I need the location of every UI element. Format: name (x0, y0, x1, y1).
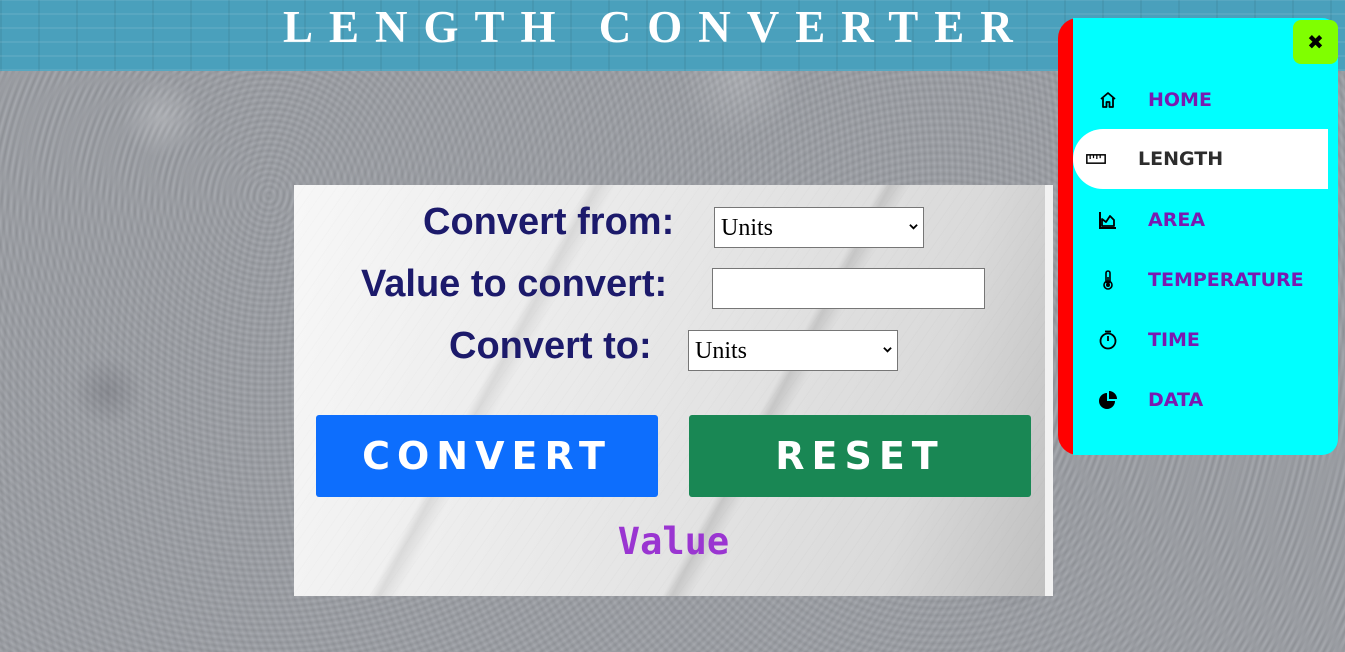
convert-to-label: Convert to: (449, 325, 652, 367)
chevron-down-icon (909, 224, 918, 230)
nav-item-label: LENGTH (1138, 148, 1224, 170)
nav-item-label: AREA (1148, 209, 1206, 231)
value-to-convert-input[interactable] (712, 268, 985, 309)
nav-item-data[interactable]: DATA (1073, 370, 1328, 430)
converter-card: Convert from: Units Value to convert: Co… (294, 185, 1053, 596)
result-value: Value (617, 520, 730, 563)
home-icon (1100, 92, 1116, 108)
chevron-down-icon (883, 347, 892, 353)
convert-button[interactable]: CONVERT (316, 415, 658, 497)
nav-item-length[interactable]: LENGTH (1073, 129, 1328, 189)
reset-button[interactable]: RESET (689, 415, 1031, 497)
stopwatch-icon (1099, 330, 1117, 350)
convert-from-selected-value: Units (721, 215, 774, 241)
convert-to-selected-value: Units (695, 338, 748, 364)
nav-item-time[interactable]: TIME (1073, 310, 1328, 370)
pie-chart-icon (1099, 391, 1117, 409)
nav-item-label: TEMPERATURE (1148, 269, 1304, 291)
value-to-convert-label: Value to convert: (361, 263, 668, 305)
nav-item-label: HOME (1148, 89, 1212, 111)
ruler-icon (1086, 154, 1106, 164)
nav-item-temperature[interactable]: TEMPERATURE (1073, 250, 1328, 310)
convert-from-label: Convert from: (423, 201, 675, 243)
nav-item-label: DATA (1148, 389, 1204, 411)
area-chart-icon (1099, 212, 1116, 229)
close-menu-button[interactable]: ✖ (1293, 20, 1338, 64)
nav-item-area[interactable]: AREA (1073, 190, 1328, 250)
page-title: LENGTH CONVERTER (283, 2, 1029, 52)
convert-from-select[interactable]: Units (714, 207, 924, 248)
nav-item-home[interactable]: HOME (1073, 70, 1328, 130)
convert-to-select[interactable]: Units (688, 330, 898, 371)
thermometer-icon (1103, 270, 1113, 290)
close-icon: ✖ (1307, 30, 1324, 54)
nav-item-label: TIME (1148, 329, 1200, 351)
